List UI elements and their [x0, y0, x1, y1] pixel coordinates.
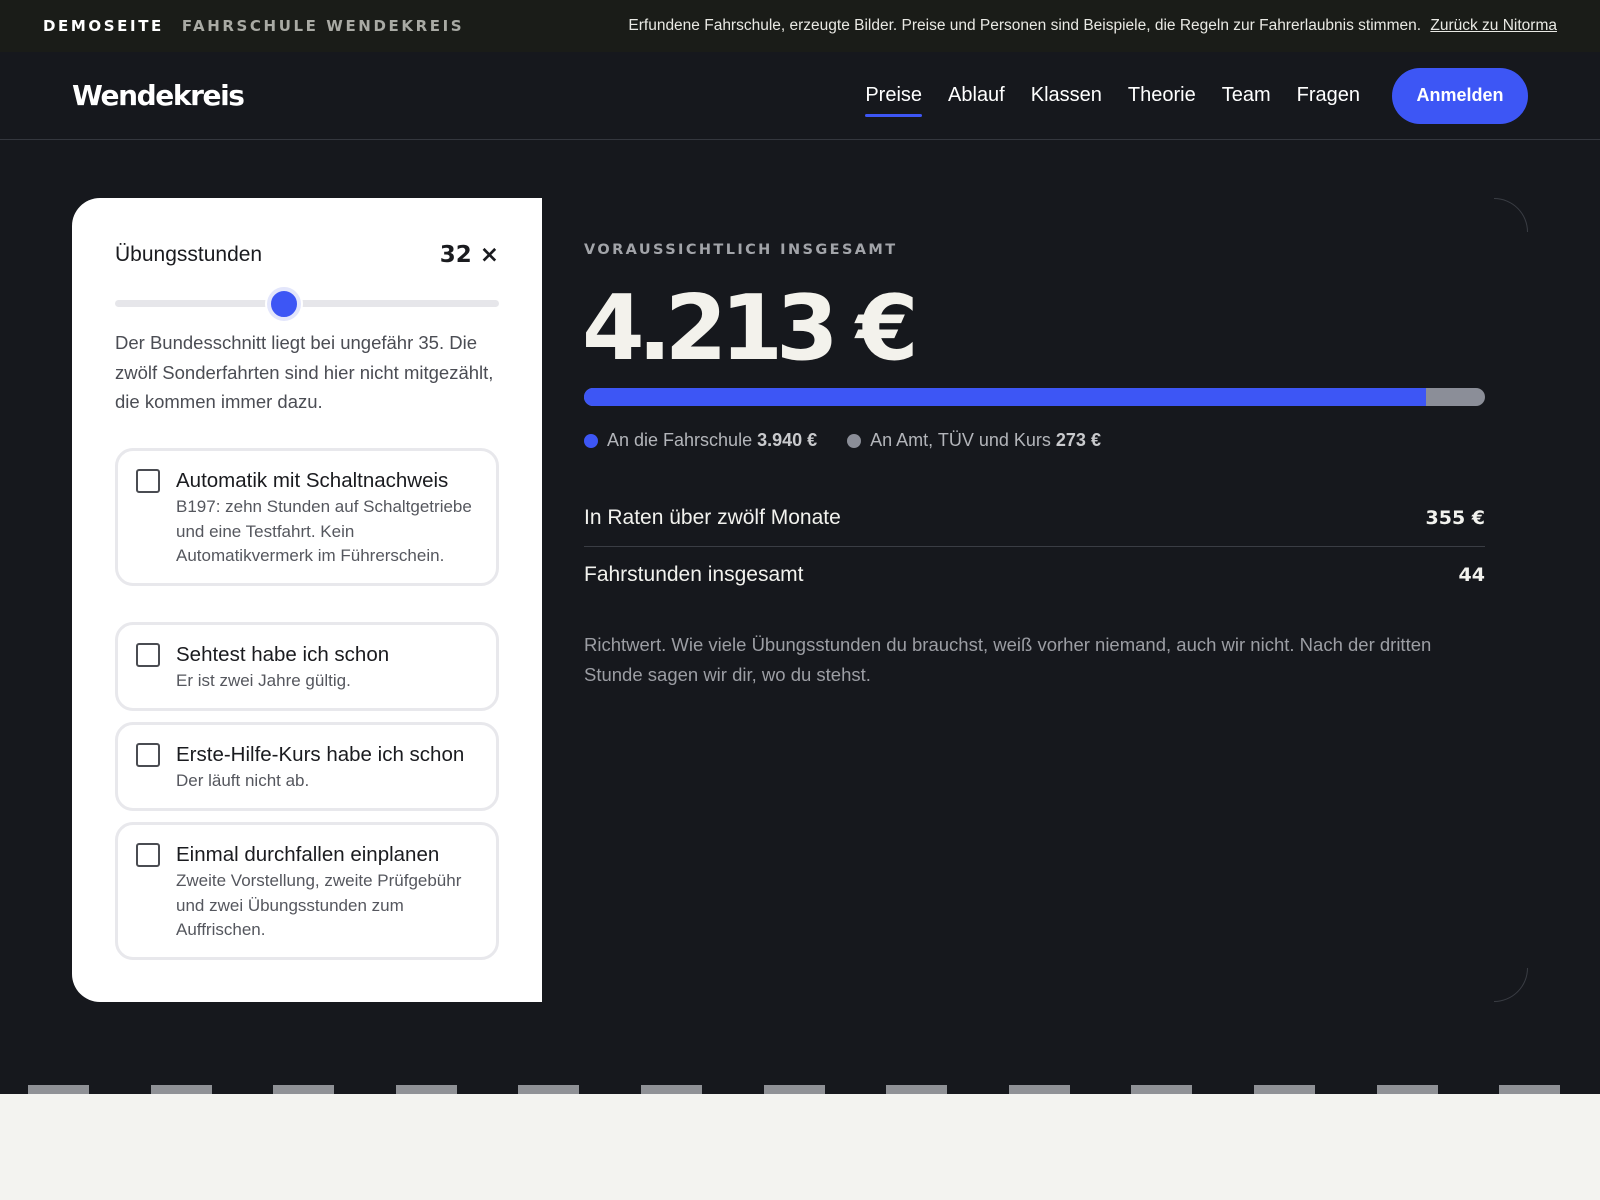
option-title: Automatik mit Schaltnachweis [176, 469, 449, 492]
checkbox-sehtest[interactable] [136, 643, 160, 667]
option-title: Sehtest habe ich schon [176, 643, 390, 666]
panel-corner [1494, 968, 1528, 1002]
lessons-row: Übungsstunden 32 × [115, 242, 499, 268]
demo-note-text: Erfundene Fahrschule, erzeugte Bilder. P… [628, 17, 1422, 34]
stat-installments: In Raten über zwölf Monate 355 € [584, 489, 1485, 546]
legend-school-label: An die Fahrschule [607, 430, 753, 450]
legend-school-value: 3.940 € [757, 430, 818, 450]
back-link[interactable]: Zurück zu Nitorma [1430, 17, 1557, 34]
option-title: Einmal durchfallen einplanen [176, 843, 440, 866]
panel-corner [1494, 198, 1528, 232]
checkbox-automatik[interactable] [136, 469, 160, 493]
logo[interactable]: Wendekreis [72, 79, 245, 112]
cost-split-bar [584, 388, 1485, 406]
legend-fees-dot [847, 433, 862, 448]
estimate-hint: Richtwert. Wie viele Übungsstunden du br… [584, 634, 1432, 685]
option-automatik[interactable]: Automatik mit Schaltnachweis B197: zehn … [115, 448, 499, 586]
lessons-value: 32 × [439, 242, 499, 268]
legend-school-dot [584, 433, 598, 448]
checkbox-erste-hilfe[interactable] [136, 743, 160, 767]
result-eyebrow: VORAUSSICHTLICH INSGESAMT [584, 242, 898, 258]
demo-topbar: DEMOSEITE FAHRSCHULE WENDEKREIS Erfunden… [0, 0, 1600, 52]
option-desc: B197: zehn Stunden auf Schaltgetriebe un… [176, 497, 472, 565]
nav-item-klassen[interactable]: Klassen [1031, 76, 1102, 115]
result-panel: VORAUSSICHTLICH INSGESAMT 4.213 € An die… [542, 198, 1528, 1002]
lessons-label: Übungsstunden [115, 243, 263, 266]
slider-thumb[interactable] [266, 287, 301, 321]
option-desc: Zweite Vorstellung, zweite Prüfgebühr un… [176, 871, 462, 939]
main-nav: Preise Ablauf Klassen Theorie Team Frage… [839, 67, 1528, 124]
register-button[interactable]: Anmelden [1392, 67, 1528, 124]
checkbox-durchfallen[interactable] [136, 843, 160, 867]
legend-fees: An Amt, TÜV und Kurs 273 € [847, 430, 1101, 451]
demo-label: DEMOSEITE [43, 17, 164, 35]
stat-label: Fahrstunden insgesamt [584, 562, 804, 586]
option-sehtest[interactable]: Sehtest habe ich schon Er ist zwei Jahre… [115, 622, 499, 711]
site-header: Wendekreis Preise Ablauf Klassen Theorie… [0, 52, 1600, 140]
nav-item-fragen[interactable]: Fragen [1297, 76, 1360, 115]
stat-value: 355 € [1425, 506, 1486, 529]
cost-legend: An die Fahrschule 3.940 € An Amt, TÜV un… [584, 430, 1131, 451]
demo-note: Erfundene Fahrschule, erzeugte Bilder. P… [628, 17, 1557, 35]
cost-split-fill [584, 388, 1427, 406]
option-desc: Er ist zwei Jahre gültig. [176, 671, 351, 690]
nav-item-team[interactable]: Team [1222, 76, 1271, 115]
slider-track[interactable] [115, 300, 499, 307]
nav-item-theorie[interactable]: Theorie [1128, 76, 1196, 115]
option-title: Erste-Hilfe-Kurs habe ich schon [176, 743, 465, 766]
calculator-panel: Übungsstunden 32 × Der Bundesschnitt lie… [72, 198, 542, 1002]
stat-label: In Raten über zwölf Monate [584, 505, 841, 529]
legend-fees-label: An Amt, TÜV und Kurs [870, 430, 1051, 450]
total-price: 4.213 € [582, 276, 919, 381]
school-label: FAHRSCHULE WENDEKREIS [181, 17, 465, 35]
footer-area [0, 1094, 1600, 1200]
legend-school: An die Fahrschule 3.940 € [584, 430, 817, 451]
stat-total-lessons: Fahrstunden insgesamt 44 [584, 546, 1485, 603]
option-durchfallen[interactable]: Einmal durchfallen einplanen Zweite Vors… [115, 822, 499, 960]
option-erste-hilfe[interactable]: Erste-Hilfe-Kurs habe ich schon Der läuf… [115, 722, 499, 811]
stat-value: 44 [1458, 563, 1485, 586]
nav-item-preise[interactable]: Preise [865, 76, 922, 117]
option-desc: Der läuft nicht ab. [176, 771, 310, 790]
nav-item-ablauf[interactable]: Ablauf [948, 76, 1005, 115]
legend-fees-value: 273 € [1055, 430, 1101, 450]
lessons-description: Der Bundesschnitt liegt bei ungefähr 35.… [115, 332, 494, 412]
